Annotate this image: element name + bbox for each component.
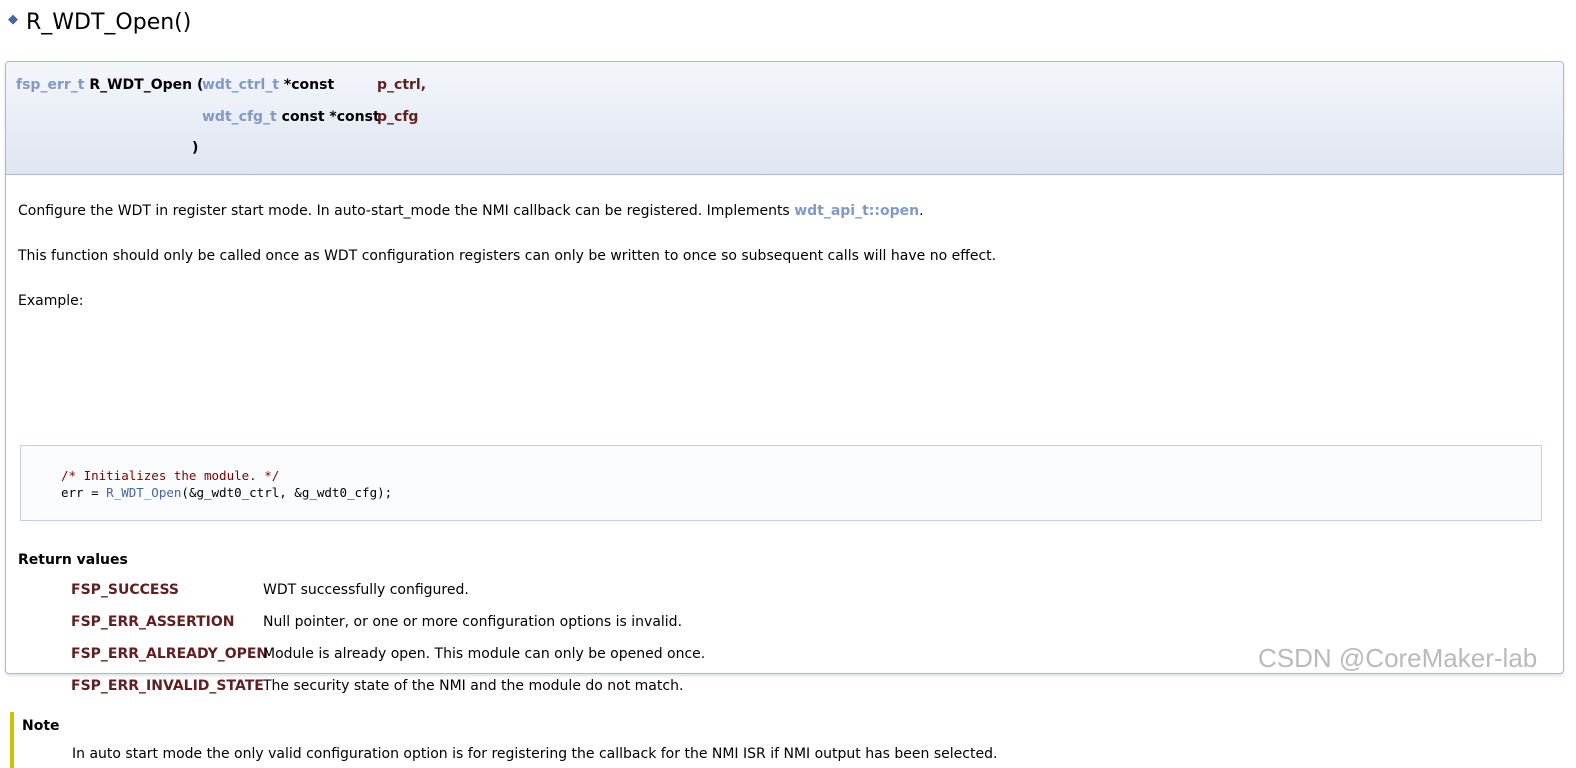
description-paragraph-1: Configure the WDT in register start mode… (18, 203, 924, 219)
param-2-name: p_cfg (377, 109, 419, 125)
code-args: (&g_wdt0_ctrl, &g_wdt0_cfg); (181, 485, 393, 500)
param-2-type-link[interactable]: wdt_cfg_t (202, 109, 277, 125)
prototype-line-1: fsp_err_t R_WDT_Open ( (16, 77, 203, 93)
return-value-row: FSP_SUCCESS WDT successfully configured. (71, 582, 469, 604)
watermark: CSDN @CoreMaker-lab (1258, 643, 1538, 673)
return-value-name: FSP_SUCCESS (71, 582, 180, 598)
diamond-bullet-icon: ◆ (8, 12, 18, 27)
param-2-qualifier: const *const (281, 109, 380, 125)
page-title: ◆ R_WDT_Open() (8, 10, 191, 35)
param-1-name: p_ctrl, (377, 77, 427, 93)
return-value-row: FSP_ERR_ASSERTION Null pointer, or one or… (71, 614, 682, 636)
param-2-type-group: wdt_cfg_t const *const (202, 109, 380, 125)
return-value-row: FSP_ERR_INVALID_STATEThe security state … (71, 678, 683, 700)
param-1-type-group: wdt_ctrl_t *const (202, 77, 334, 93)
note-text: In auto start mode the only valid config… (72, 746, 998, 762)
code-call-line: err = R_WDT_Open(&g_wdt0_ctrl, &g_wdt0_c… (61, 485, 392, 500)
param-1-type-link[interactable]: wdt_ctrl_t (202, 77, 279, 93)
return-value-desc: Null pointer, or one or more configurati… (263, 614, 683, 630)
function-name: R_WDT_Open (89, 77, 193, 93)
page-title-text: R_WDT_Open() (26, 10, 192, 35)
code-function-link[interactable]: R_WDT_Open (106, 485, 181, 500)
note-heading: Note (22, 718, 60, 734)
return-values-heading: Return values (18, 552, 128, 568)
example-label: Example: (18, 293, 84, 309)
wdt-api-open-link[interactable]: wdt_api_t::open (794, 203, 919, 219)
return-value-desc: WDT successfully configured. (263, 582, 469, 598)
param-1-qualifier: *const (283, 77, 335, 93)
description-paragraph-2: This function should only be called once… (18, 248, 997, 264)
code-prefix: err = (61, 485, 107, 500)
return-value-name: FSP_ERR_INVALID_STATE (71, 678, 264, 694)
return-value-desc: Module is already open. This module can … (263, 646, 706, 662)
return-value-row: FSP_ERR_ALREADY_OPENModule is already op… (71, 646, 705, 668)
note-block: Note In auto start mode the only valid c… (10, 712, 1014, 768)
close-paren: ) (192, 140, 199, 156)
description-1-end: . (919, 203, 924, 219)
code-example-block: /* Initializes the module. */ err = R_WD… (20, 445, 1542, 521)
function-prototype: fsp_err_t R_WDT_Open ( wdt_ctrl_t *const… (6, 62, 1563, 175)
return-value-name: FSP_ERR_ASSERTION (71, 614, 235, 630)
return-value-name: FSP_ERR_ALREADY_OPEN (71, 646, 269, 662)
return-value-desc: The security state of the NMI and the mo… (263, 678, 684, 694)
member-documentation: Configure the WDT in register start mode… (6, 175, 1563, 768)
description-1-text: Configure the WDT in register start mode… (18, 203, 795, 219)
code-comment-line: /* Initializes the module. */ (61, 468, 280, 483)
member-item: fsp_err_t R_WDT_Open ( wdt_ctrl_t *const… (5, 61, 1564, 768)
return-type-link[interactable]: fsp_err_t (16, 77, 84, 93)
